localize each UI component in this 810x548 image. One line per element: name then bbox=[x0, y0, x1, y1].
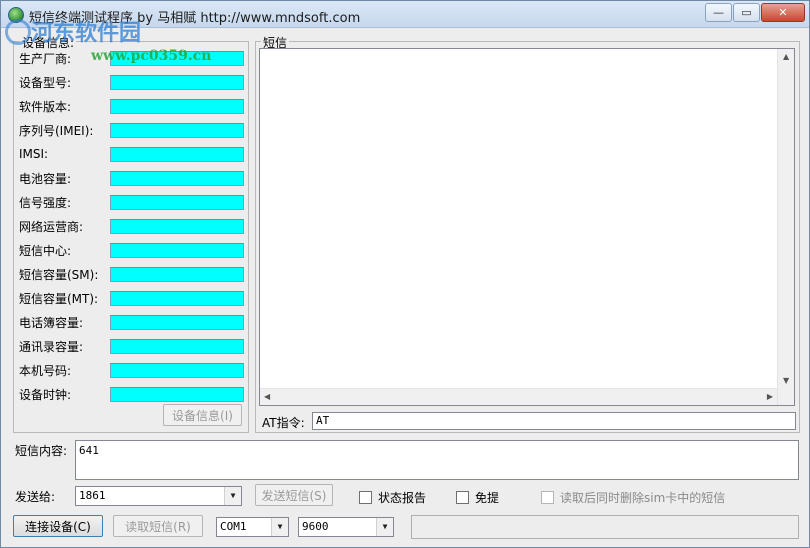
sms-content-label: 短信内容: bbox=[15, 444, 68, 458]
device-field-label: 生产厂商: bbox=[19, 51, 72, 66]
device-field-value bbox=[110, 387, 244, 402]
device-field-label: 序列号(IMEI): bbox=[19, 123, 94, 138]
device-field-value bbox=[110, 267, 244, 282]
device-field-row: 短信容量(SM): bbox=[19, 266, 244, 282]
device-field-label: 电池容量: bbox=[19, 171, 72, 186]
device-field-label: 网络运营商: bbox=[19, 219, 84, 234]
device-field-label: 设备型号: bbox=[19, 75, 72, 90]
device-field-row: 本机号码: bbox=[19, 362, 244, 378]
device-field-row: 短信容量(MT): bbox=[19, 290, 244, 306]
read-sms-button[interactable]: 读取短信(R) bbox=[113, 515, 203, 537]
device-field-row: 通讯录容量: bbox=[19, 338, 244, 354]
device-field-row: 软件版本: bbox=[19, 98, 244, 114]
scroll-left-icon[interactable]: ◀ bbox=[264, 392, 270, 401]
device-field-label: 电话簿容量: bbox=[19, 315, 84, 330]
device-field-label: 软件版本: bbox=[19, 99, 72, 114]
watermark-logo-icon bbox=[5, 19, 31, 45]
at-command-input[interactable]: AT bbox=[312, 412, 796, 430]
port-value: COM1 bbox=[220, 520, 247, 533]
device-info-button[interactable]: 设备信息(I) bbox=[163, 404, 242, 426]
device-field-row: 设备时钟: bbox=[19, 386, 244, 402]
send-sms-button[interactable]: 发送短信(S) bbox=[255, 484, 333, 506]
device-field-row: IMSI: bbox=[19, 146, 244, 162]
device-field-value bbox=[110, 147, 244, 162]
device-field-value bbox=[110, 75, 244, 90]
minimize-icon: — bbox=[713, 6, 724, 19]
status-report-label: 状态报告 bbox=[378, 491, 427, 505]
device-field-row: 信号强度: bbox=[19, 194, 244, 210]
maximize-icon: ▭ bbox=[741, 6, 752, 19]
device-field-label: 短信容量(SM): bbox=[19, 267, 99, 282]
device-field-label: 通讯录容量: bbox=[19, 339, 84, 354]
delete-after-read-box[interactable] bbox=[541, 491, 554, 504]
device-field-value bbox=[110, 339, 244, 354]
chevron-down-icon[interactable]: ▼ bbox=[376, 518, 393, 536]
device-field-label: 信号强度: bbox=[19, 195, 72, 210]
sms-content-input[interactable]: 641 bbox=[75, 440, 799, 480]
app-window: 短信终端测试程序 by 马相赋 http://www.mndsoft.com —… bbox=[0, 0, 810, 548]
maximize-button[interactable]: ▭ bbox=[733, 3, 760, 22]
scroll-up-icon[interactable]: ▲ bbox=[783, 52, 789, 61]
at-command-label: AT指令: bbox=[262, 416, 305, 430]
status-report-checkbox[interactable]: 状态报告 bbox=[359, 489, 426, 506]
title-bar[interactable]: 短信终端测试程序 by 马相赋 http://www.mndsoft.com —… bbox=[1, 1, 809, 28]
connect-device-button[interactable]: 连接设备(C) bbox=[13, 515, 103, 537]
device-field-row: 电池容量: bbox=[19, 170, 244, 186]
baud-combo[interactable]: 9600 ▼ bbox=[298, 517, 394, 537]
send-to-combo[interactable]: 1861 ▼ bbox=[75, 486, 242, 506]
device-field-value bbox=[110, 315, 244, 330]
sms-content-value: 641 bbox=[79, 444, 99, 457]
chevron-down-icon[interactable]: ▼ bbox=[224, 487, 241, 505]
scroll-right-icon[interactable]: ▶ bbox=[767, 392, 773, 401]
device-field-row: 电话簿容量: bbox=[19, 314, 244, 330]
device-field-value bbox=[110, 51, 244, 66]
status-panel bbox=[411, 515, 799, 539]
port-combo[interactable]: COM1 ▼ bbox=[216, 517, 289, 537]
device-field-row: 序列号(IMEI): bbox=[19, 122, 244, 138]
close-icon: ✕ bbox=[778, 6, 788, 19]
device-field-label: 短信中心: bbox=[19, 243, 72, 258]
device-field-label: 短信容量(MT): bbox=[19, 291, 99, 306]
minimize-button[interactable]: — bbox=[705, 3, 732, 22]
device-field-value bbox=[110, 219, 244, 234]
free-label: 免提 bbox=[475, 491, 500, 505]
device-field-row: 短信中心: bbox=[19, 242, 244, 258]
device-field-label: 设备时钟: bbox=[19, 387, 72, 402]
device-field-label: IMSI: bbox=[19, 147, 49, 161]
device-field-row: 网络运营商: bbox=[19, 218, 244, 234]
window-title: 短信终端测试程序 by 马相赋 http://www.mndsoft.com bbox=[29, 11, 361, 26]
device-field-value bbox=[110, 123, 244, 138]
device-field-value bbox=[110, 171, 244, 186]
baud-value: 9600 bbox=[302, 520, 329, 533]
sms-vertical-scrollbar[interactable]: ▲ ▼ bbox=[777, 49, 794, 405]
send-to-value: 1861 bbox=[79, 489, 106, 502]
device-field-value bbox=[110, 363, 244, 378]
send-to-label: 发送给: bbox=[15, 490, 56, 504]
device-field-label: 本机号码: bbox=[19, 363, 72, 378]
scroll-down-icon[interactable]: ▼ bbox=[783, 376, 789, 385]
free-box[interactable] bbox=[456, 491, 469, 504]
status-report-box[interactable] bbox=[359, 491, 372, 504]
delete-after-read-label: 读取后同时删除sim卡中的短信 bbox=[560, 491, 726, 505]
device-field-value bbox=[110, 99, 244, 114]
device-field-row: 生产厂商: bbox=[19, 50, 244, 66]
sms-horizontal-scrollbar[interactable]: ◀ ▶ bbox=[260, 388, 777, 405]
device-field-value bbox=[110, 291, 244, 306]
close-button[interactable]: ✕ bbox=[761, 3, 805, 22]
delete-after-read-checkbox[interactable]: 读取后同时删除sim卡中的短信 bbox=[541, 489, 725, 506]
device-field-value bbox=[110, 195, 244, 210]
chevron-down-icon[interactable]: ▼ bbox=[271, 518, 288, 536]
sms-list-area[interactable]: ▲ ▼ ◀ ▶ bbox=[259, 48, 795, 406]
sms-group: 短信 ▲ ▼ ◀ ▶ AT指令: AT bbox=[255, 34, 800, 433]
device-info-group: 设备信息: 生产厂商: 设备型号: 软件版本: 序列号(IMEI): IMSI: 电池容量… bbox=[13, 34, 249, 433]
free-checkbox[interactable]: 免提 bbox=[456, 489, 499, 506]
device-field-value bbox=[110, 243, 244, 258]
device-field-row: 设备型号: bbox=[19, 74, 244, 90]
window-controls: — ▭ ✕ bbox=[704, 3, 805, 22]
